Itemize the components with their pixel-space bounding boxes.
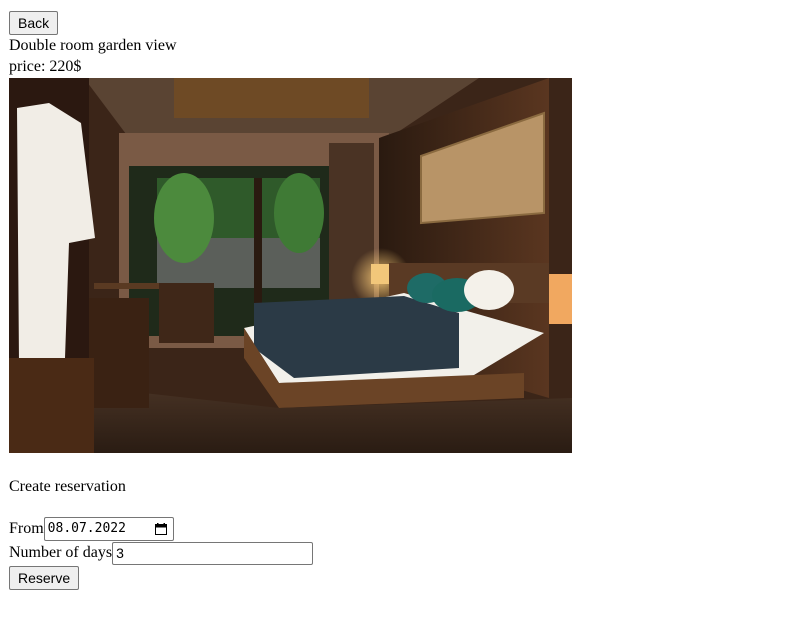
reserve-button[interactable]: Reserve — [9, 566, 80, 590]
back-button[interactable]: Back — [9, 11, 59, 35]
from-label: From — [9, 520, 44, 537]
calendar-icon[interactable] — [154, 523, 167, 535]
days-input[interactable]: 3 — [112, 541, 314, 565]
from-row: From 08.07.2022 — [9, 517, 807, 541]
days-label: Number of days — [9, 544, 113, 561]
from-date-input[interactable]: 08.07.2022 — [43, 517, 174, 541]
days-value: 3 — [116, 545, 124, 561]
room-name: Double room garden view — [9, 37, 177, 54]
room-photo — [9, 78, 572, 453]
from-date-value: 08.07.2022 — [47, 521, 126, 536]
room-details-page: Back Double room garden view price: 220$ — [0, 0, 807, 590]
room-price: price: 220$ — [9, 58, 82, 75]
days-row: Number of days 3 — [9, 541, 807, 565]
reservation-title: Create reservation — [9, 478, 126, 495]
